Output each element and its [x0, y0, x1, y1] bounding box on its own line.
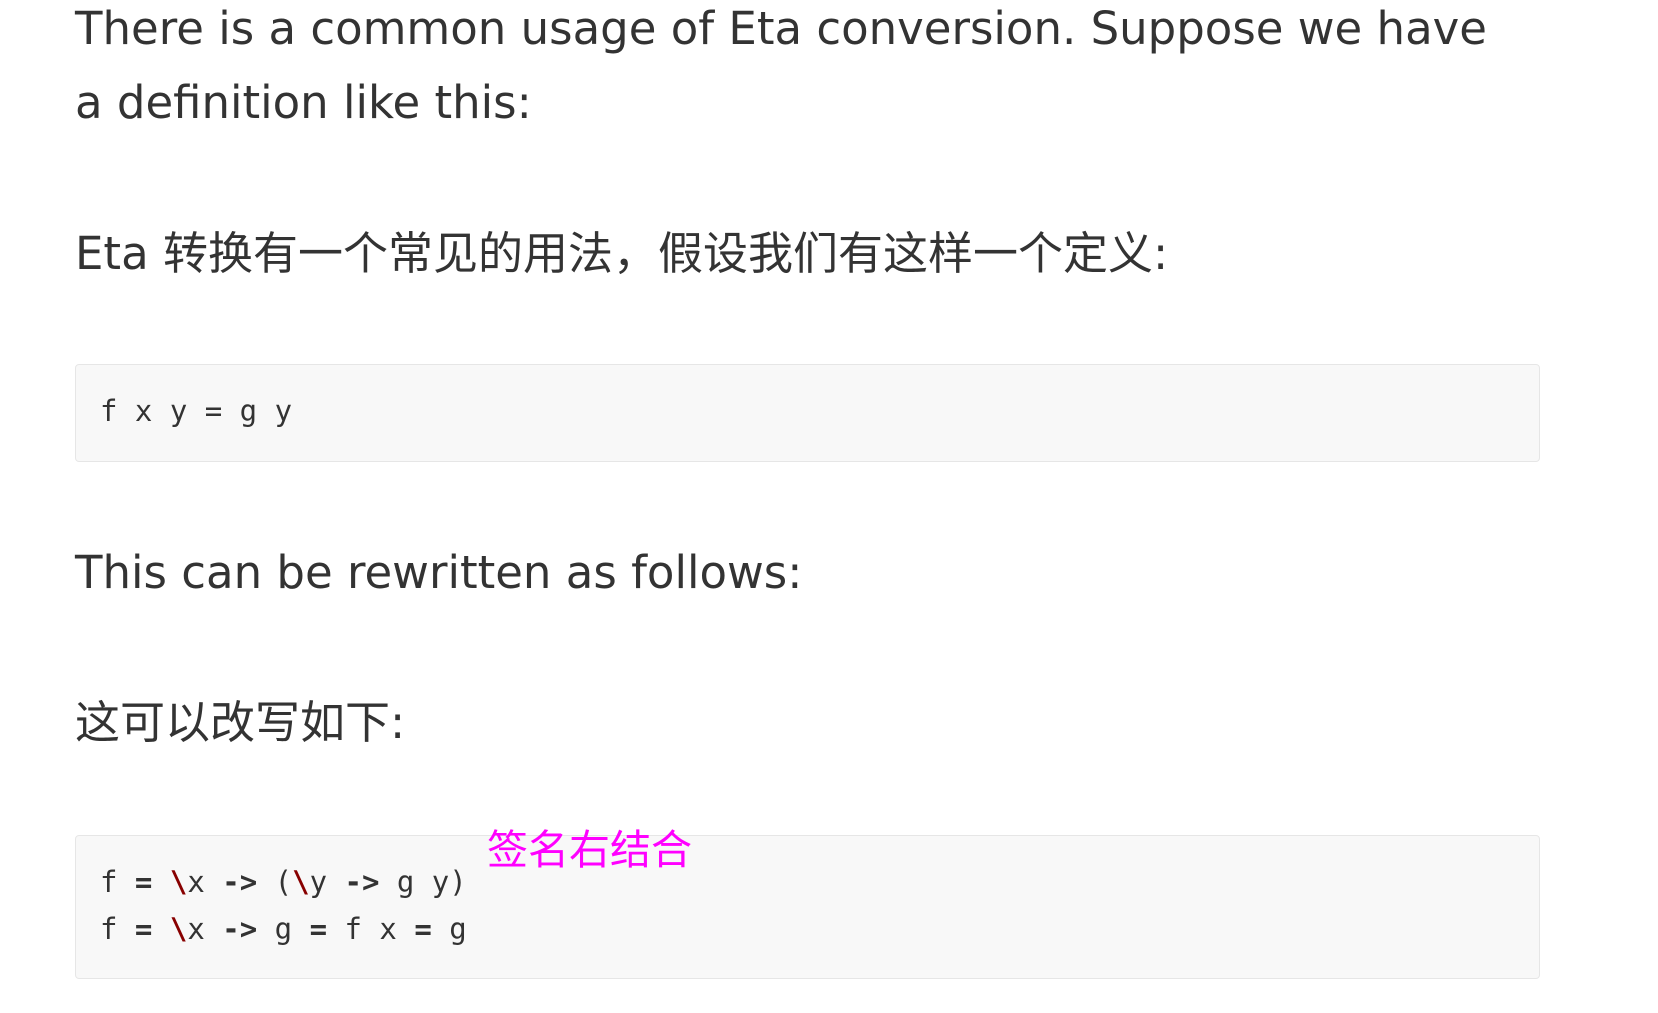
- code-token: x: [187, 912, 223, 946]
- code-operator: ->: [222, 912, 258, 946]
- code-operator: =: [134, 912, 153, 946]
- code-token: x: [187, 865, 223, 899]
- code-block-definition: f x y = g y: [75, 364, 1540, 462]
- paragraph-rewrite-zh: 这可以改写如下:: [75, 696, 406, 749]
- code-lambda-keyword: \: [169, 912, 188, 946]
- handwritten-annotation: 签名右结合: [487, 826, 692, 874]
- code-operator: =: [134, 865, 153, 899]
- code-token: f: [100, 912, 135, 946]
- code-line: f = \x -> (\y -> g y): [100, 862, 467, 902]
- code-lambda-keyword: \: [292, 865, 310, 899]
- paragraph-intro-zh: Eta 转换有一个常见的用法，假设我们有这样一个定义:: [75, 227, 1169, 280]
- code-token: g y): [379, 865, 467, 899]
- code-line: f x y = g y: [100, 394, 293, 428]
- code-operator: =: [309, 912, 328, 946]
- code-token: y: [309, 865, 345, 899]
- code-token: g: [431, 912, 467, 946]
- code-operator: ->: [222, 865, 258, 899]
- code-operator: =: [414, 912, 432, 946]
- code-token: (: [257, 865, 293, 899]
- code-line: f = \x -> g = f x = g: [100, 909, 467, 949]
- paragraph-rewrite-en: This can be rewritten as follows:: [75, 546, 803, 599]
- code-block-rewritten: f = \x -> (\y -> g y) f = \x -> g = f x …: [75, 835, 1540, 979]
- code-token: f x: [327, 912, 415, 946]
- code-token: g: [257, 912, 310, 946]
- paragraph-intro-en: There is a common usage of Eta conversio…: [75, 2, 1487, 129]
- code-lambda-keyword: \: [169, 865, 188, 899]
- document-page: There is a common usage of Eta conversio…: [0, 0, 1658, 1013]
- code-operator: ->: [344, 865, 380, 899]
- code-token: f: [100, 865, 135, 899]
